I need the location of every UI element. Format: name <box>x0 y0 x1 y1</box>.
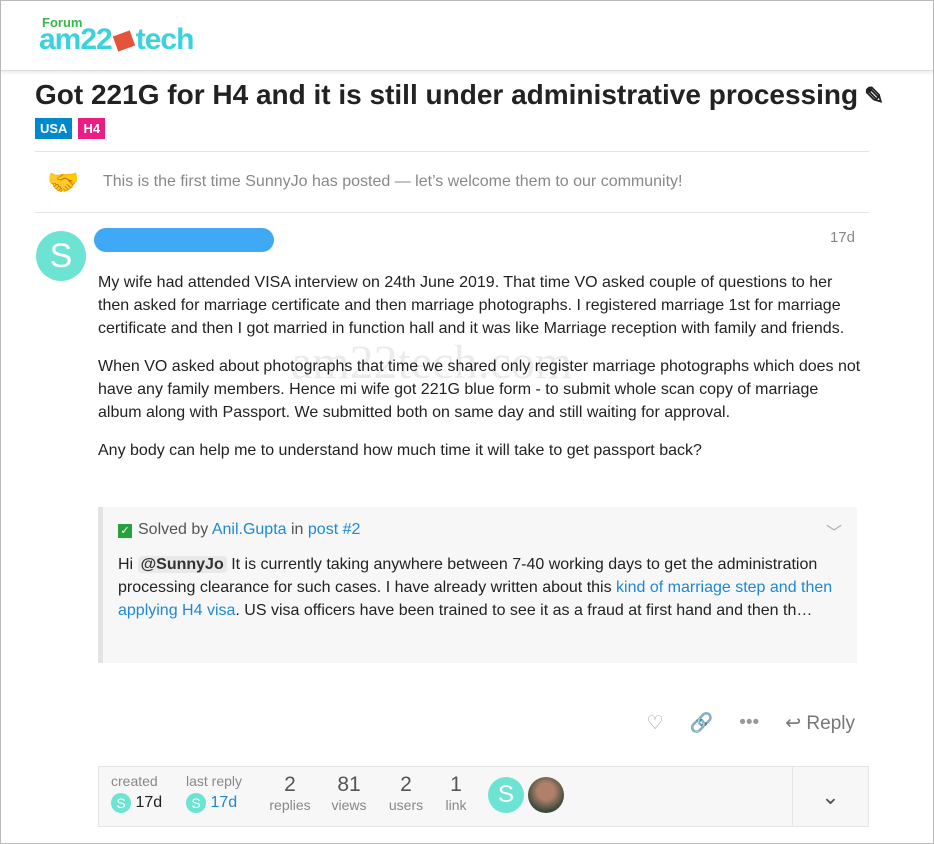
more-icon[interactable]: ••• <box>739 712 759 734</box>
mention[interactable]: @SunnyJo <box>137 556 227 573</box>
solved-quote: ✓ Solved by Anil.Gupta in post #2 ﹀ Hi @S… <box>98 507 857 663</box>
post-link[interactable]: post #2 <box>308 521 360 538</box>
stat-links: 1 link <box>445 773 467 813</box>
avatar[interactable]: S <box>488 777 524 813</box>
stat-replies: 2 replies <box>269 773 311 813</box>
avatar-photo[interactable] <box>528 777 564 813</box>
reply-button[interactable]: ↩ Reply <box>785 712 855 735</box>
post-body: My wife had attended VISA interview on 2… <box>98 274 861 459</box>
post-age[interactable]: 17d <box>830 229 855 246</box>
logo-mark-icon <box>112 30 135 52</box>
stat-views: 81 views <box>331 773 367 813</box>
topic-tags: USA H4 <box>35 118 106 139</box>
avatar[interactable]: S <box>111 793 131 813</box>
avatar[interactable]: S <box>186 793 206 813</box>
topic-map: created S 17d last reply S 17d 2 replies 81… <box>98 766 869 827</box>
link-icon[interactable]: 🔗 <box>690 711 714 735</box>
username-redacted <box>94 228 274 252</box>
tag-h4[interactable]: H4 <box>78 118 106 139</box>
created: created S 17d <box>111 773 163 813</box>
topic-title: Got 221G for H4 and it is still under ad… <box>35 79 885 110</box>
expand-chevron-icon[interactable]: ⌄ <box>792 767 868 826</box>
site-header: Forum am22 tech <box>1 1 933 71</box>
solver-link[interactable]: Anil.Gupta <box>212 521 287 538</box>
heart-icon[interactable]: ♡ <box>647 712 664 735</box>
pencil-icon[interactable]: ✎ <box>864 83 884 110</box>
avatar[interactable]: S <box>36 231 86 281</box>
last-reply: last reply S 17d <box>186 773 243 813</box>
tag-usa[interactable]: USA <box>35 118 73 139</box>
handshake-icon: 🤝 <box>47 166 80 197</box>
chevron-down-icon[interactable]: ﹀ <box>826 519 842 543</box>
stat-users: 2 users <box>388 773 424 813</box>
checkbox-icon: ✓ <box>118 524 132 538</box>
reply-arrow-icon: ↩ <box>785 712 802 734</box>
post-actions: ♡ 🔗 ••• ↩ Reply <box>647 711 855 735</box>
first-post-notice: 🤝 This is the first time SunnyJo has pos… <box>35 151 869 213</box>
